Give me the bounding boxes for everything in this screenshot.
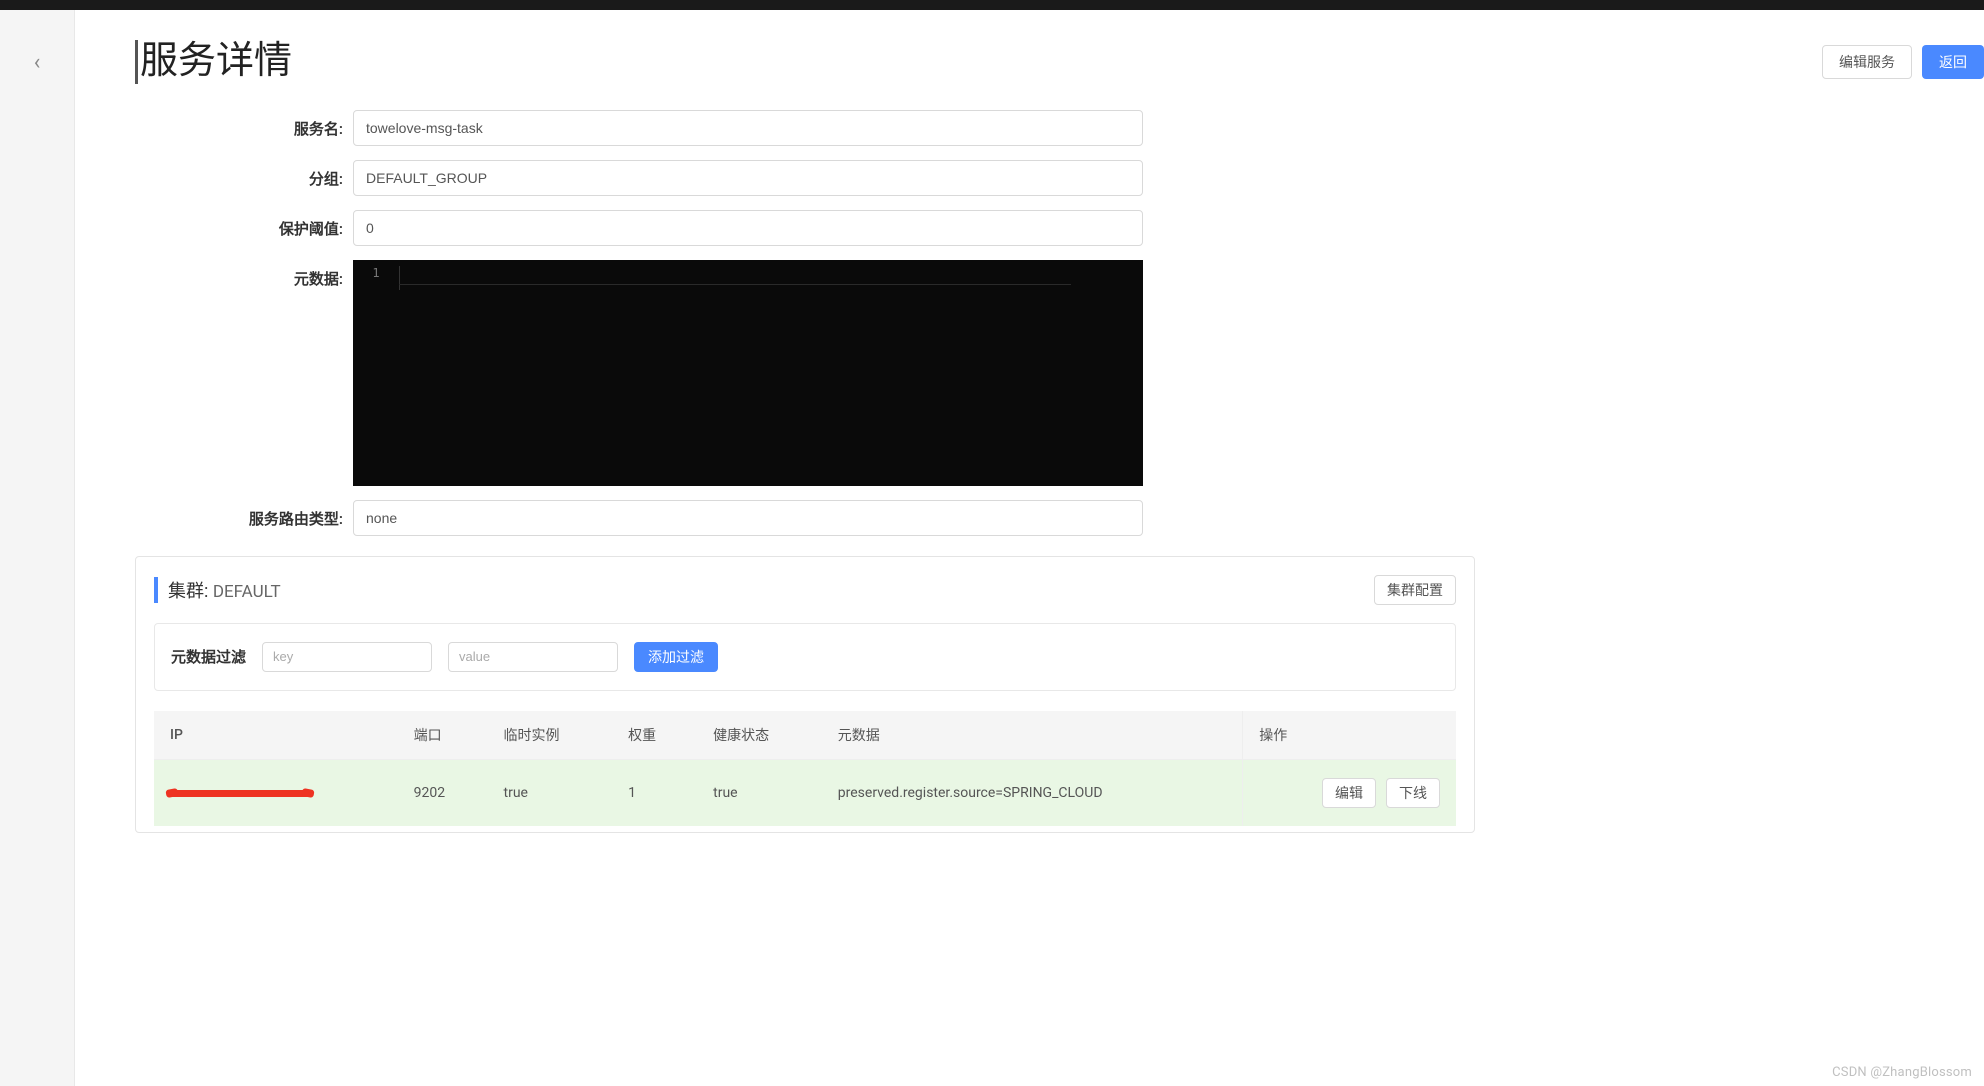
add-filter-button[interactable]: 添加过滤 — [634, 642, 718, 672]
cell-metadata: preserved.register.source=SPRING_CLOUD — [822, 759, 1243, 826]
back-button[interactable]: 返回 — [1922, 45, 1984, 79]
cell-weight: 1 — [612, 759, 697, 826]
th-ephemeral: 临时实例 — [488, 711, 613, 760]
filter-label: 元数据过滤 — [171, 646, 246, 667]
cell-op: 编辑 下线 — [1243, 759, 1456, 826]
filter-key-input[interactable] — [262, 642, 432, 672]
th-port: 端口 — [398, 711, 488, 760]
left-rail: ‹ — [0, 10, 75, 1086]
input-group[interactable] — [353, 160, 1143, 196]
header-row: 服务详情 编辑服务 返回 — [135, 40, 1984, 84]
input-route-type[interactable] — [353, 500, 1143, 536]
input-service-name[interactable] — [353, 110, 1143, 146]
ip-redacted — [170, 790, 310, 797]
label-group: 分组: — [135, 160, 353, 189]
row-edit-button[interactable]: 编辑 — [1322, 778, 1376, 808]
watermark: CSDN @ZhangBlossom — [1832, 1065, 1972, 1080]
top-bar — [0, 0, 1984, 10]
cluster-name: DEFAULT — [213, 582, 281, 602]
filter-value-input[interactable] — [448, 642, 618, 672]
row-group: 分组: — [135, 160, 1984, 196]
header-actions: 编辑服务 返回 — [1822, 45, 1984, 79]
th-ip: IP — [154, 711, 398, 760]
label-threshold: 保护阈值: — [135, 210, 353, 239]
row-offline-button[interactable]: 下线 — [1386, 778, 1440, 808]
layout: ‹ 服务详情 编辑服务 返回 服务名: 分组: — [0, 10, 1984, 1086]
page-title: 服务详情 — [135, 40, 292, 84]
cluster-head: 集群: DEFAULT 集群配置 — [154, 575, 1456, 605]
cell-health: true — [697, 759, 822, 826]
row-route-type: 服务路由类型: — [135, 500, 1984, 536]
cell-ip — [154, 759, 398, 826]
cell-port: 9202 — [398, 759, 488, 826]
edit-service-button[interactable]: 编辑服务 — [1822, 45, 1912, 79]
row-metadata: 元数据: 1 — [135, 260, 1984, 486]
metadata-filter: 元数据过滤 添加过滤 — [154, 623, 1456, 691]
cluster-config-button[interactable]: 集群配置 — [1374, 575, 1456, 605]
th-weight: 权重 — [612, 711, 697, 760]
metadata-editor[interactable]: 1 — [353, 260, 1143, 486]
th-health: 健康状态 — [697, 711, 822, 760]
th-metadata: 元数据 — [822, 711, 1243, 760]
th-op: 操作 — [1243, 711, 1456, 760]
row-service-name: 服务名: — [135, 110, 1984, 146]
label-metadata: 元数据: — [135, 260, 353, 289]
cluster-title-label: 集群: — [168, 581, 208, 602]
main-content: 服务详情 编辑服务 返回 服务名: 分组: 保护阈值: — [75, 10, 1984, 1086]
table-header-row: IP 端口 临时实例 权重 健康状态 元数据 操作 — [154, 711, 1456, 760]
instances-table: IP 端口 临时实例 权重 健康状态 元数据 操作 9202 true 1 — [154, 711, 1456, 826]
cluster-title: 集群: DEFAULT — [154, 577, 281, 603]
input-threshold[interactable] — [353, 210, 1143, 246]
cell-ephemeral: true — [488, 759, 613, 826]
table-row: 9202 true 1 true preserved.register.sour… — [154, 759, 1456, 826]
service-form: 服务名: 分组: 保护阈值: 元数据: — [135, 110, 1984, 536]
row-threshold: 保护阈值: — [135, 210, 1984, 246]
label-service-name: 服务名: — [135, 110, 353, 139]
editor-line-number: 1 — [353, 266, 399, 280]
label-route-type: 服务路由类型: — [135, 500, 353, 529]
cluster-panel: 集群: DEFAULT 集群配置 元数据过滤 添加过滤 IP 端口 临时实例 权… — [135, 556, 1475, 833]
editor-divider — [399, 284, 1071, 285]
collapse-icon[interactable]: ‹ — [34, 50, 41, 1086]
editor-gutter-border — [399, 266, 400, 290]
